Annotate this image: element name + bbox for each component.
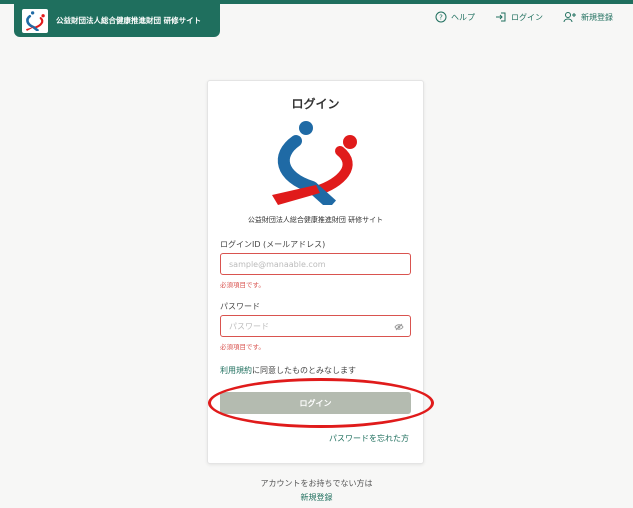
password-error: 必須項目です。 — [220, 343, 265, 351]
login-id-label: ログインID (メールアドレス) — [220, 240, 326, 249]
login-id-input[interactable]: sample@manaable.com — [220, 253, 411, 275]
password-placeholder: パスワード — [229, 321, 269, 331]
brand-banner[interactable]: 公益財団法人総合健康推進財団 研修サイト — [14, 4, 220, 37]
help-icon: ? — [435, 11, 447, 23]
login-label: ログイン — [511, 12, 543, 22]
no-account-text: アカウントをお持ちでない方は — [260, 479, 373, 488]
ribbon-logo-icon — [272, 121, 357, 205]
annotation-circle — [208, 378, 434, 428]
brand-logo — [22, 8, 48, 33]
login-id-error: 必須項目です。 — [220, 281, 265, 289]
brand-title: 公益財団法人総合健康推進財団 研修サイト — [56, 16, 202, 25]
help-link[interactable]: ? ヘルプ — [435, 11, 475, 23]
register-label: 新規登録 — [581, 12, 613, 22]
terms-text: に同意したものとみなします — [252, 366, 356, 375]
login-id-placeholder: sample@manaable.com — [229, 259, 326, 269]
help-label: ヘルプ — [451, 12, 475, 22]
forgot-password-link[interactable]: パスワードを忘れた方 — [329, 433, 409, 444]
register-link[interactable]: 新規登録 — [563, 11, 613, 23]
login-link[interactable]: ログイン — [495, 11, 543, 23]
svg-text:?: ? — [439, 14, 443, 22]
terms-notice: 利用規約に同意したものとみなします — [220, 365, 356, 376]
login-title: ログイン — [291, 97, 340, 111]
password-input[interactable]: パスワード — [220, 315, 411, 337]
terms-link[interactable]: 利用規約 — [220, 366, 252, 375]
ribbon-logo-icon — [25, 10, 45, 31]
register-bottom-link[interactable]: 新規登録 — [0, 492, 633, 503]
add-user-icon — [563, 12, 576, 23]
password-label: パスワード — [220, 302, 260, 311]
org-name: 公益財団法人総合健康推進財団 研修サイト — [247, 216, 384, 224]
login-icon — [496, 12, 506, 22]
top-nav: ? ヘルプ ログイン 新規登録 — [435, 11, 613, 23]
eye-off-icon[interactable] — [394, 322, 404, 332]
